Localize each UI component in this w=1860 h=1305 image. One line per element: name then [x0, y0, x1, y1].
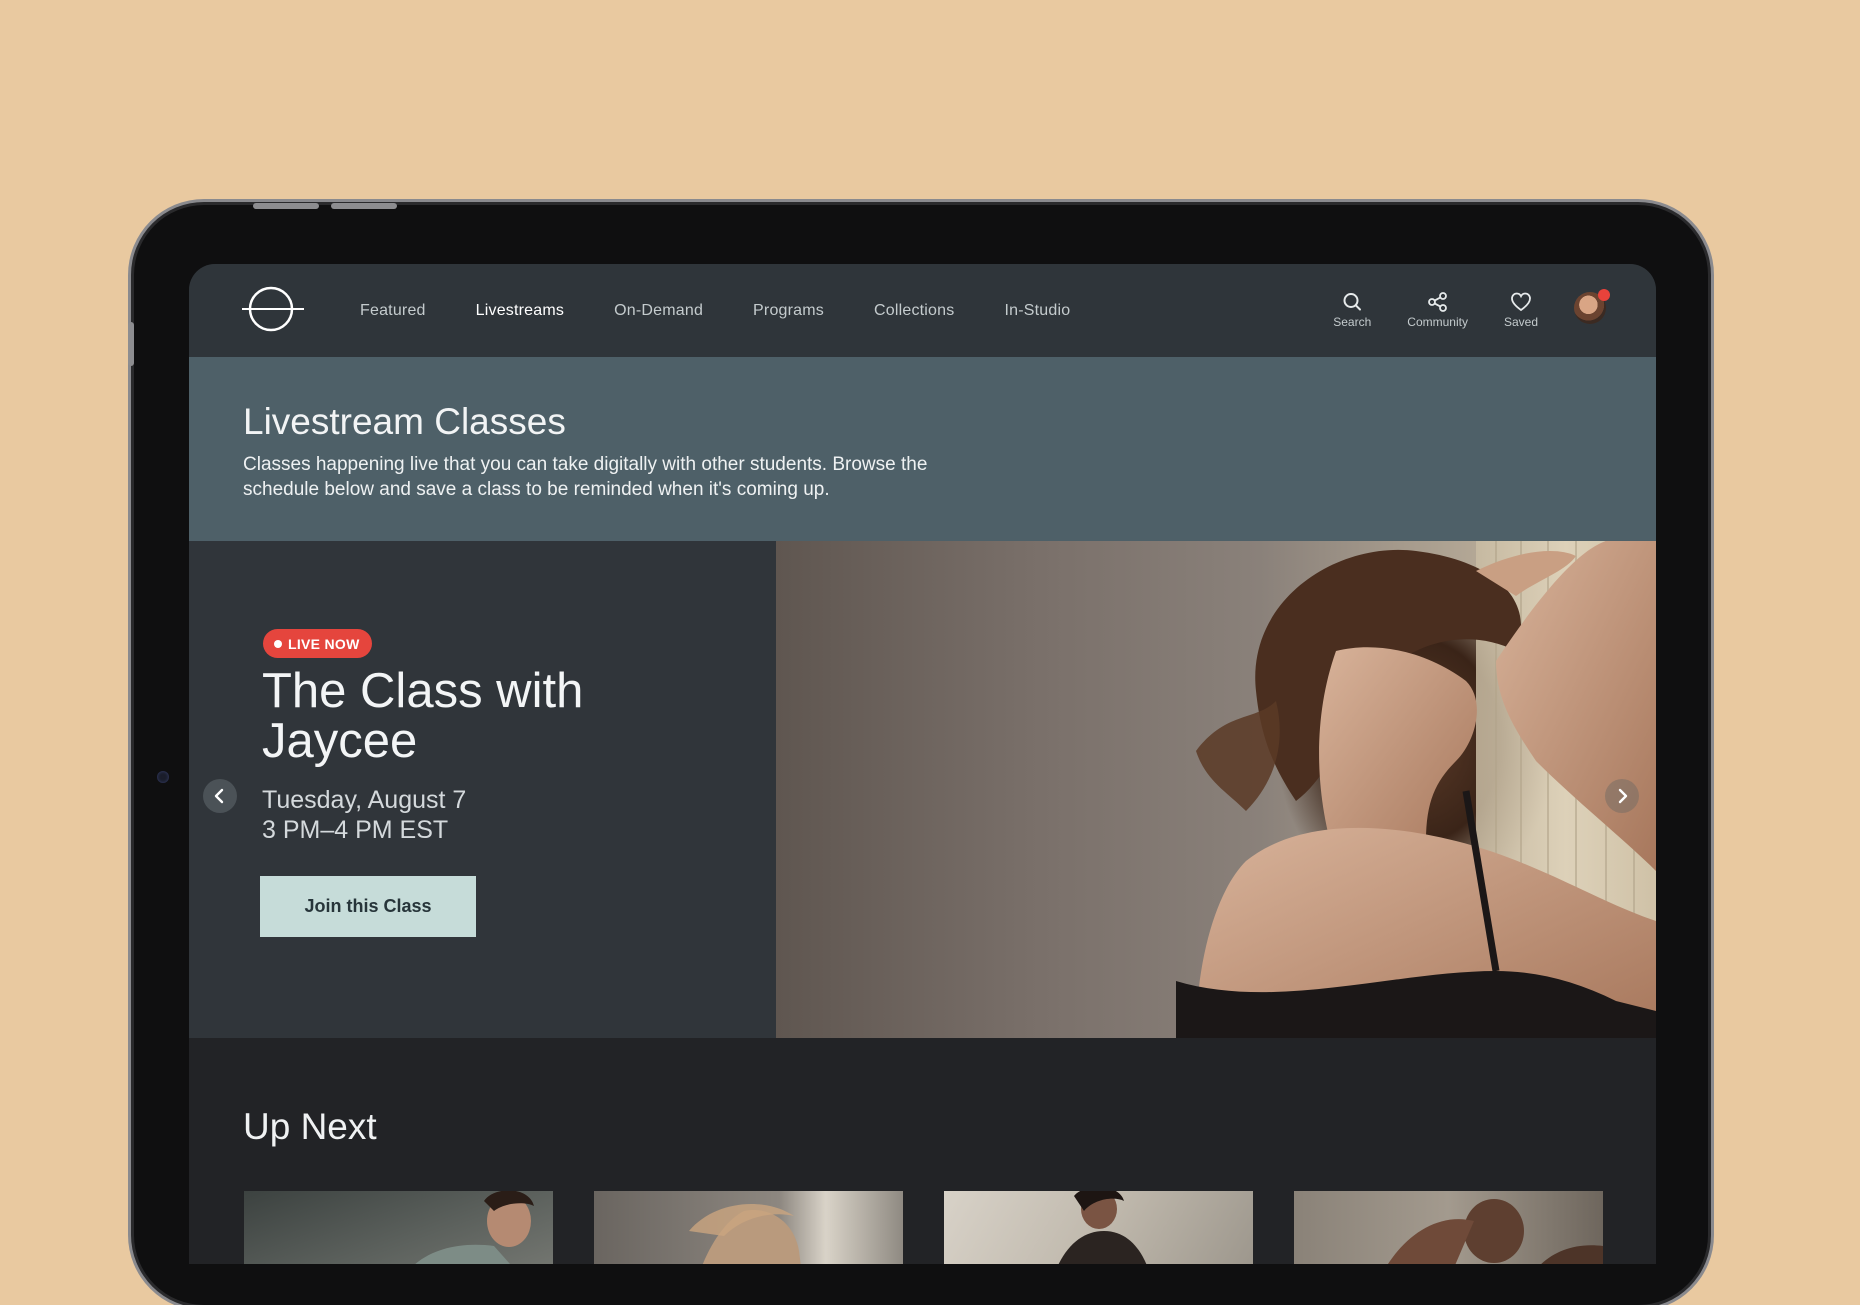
tablet-top-button-1 — [253, 203, 319, 209]
card-thumbnail-image — [1058, 1191, 1147, 1264]
join-class-button[interactable]: Join this Class — [260, 876, 476, 937]
nav-programs[interactable]: Programs — [753, 302, 824, 320]
nav-collections[interactable]: Collections — [874, 302, 954, 320]
intro-banner: Livestream Classes Classes happening liv… — [189, 357, 1656, 541]
search-icon — [1343, 293, 1362, 311]
share-network-icon — [1427, 292, 1447, 312]
up-next-card[interactable] — [594, 1191, 903, 1264]
tablet-top-button-2 — [331, 203, 397, 209]
page-description: Classes happening live that you can take… — [243, 454, 928, 500]
search-button[interactable]: Search — [1333, 291, 1371, 329]
nav-in-studio[interactable]: In-Studio — [1004, 302, 1070, 320]
notification-dot — [1598, 289, 1610, 301]
tablet-camera — [157, 771, 169, 783]
live-badge-label: LIVE NOW — [288, 635, 360, 652]
live-dot-icon — [274, 639, 282, 648]
nav-featured[interactable]: Featured — [360, 302, 426, 320]
carousel-next-button[interactable] — [1605, 779, 1639, 813]
avatar[interactable] — [1574, 289, 1610, 324]
nav-links: Featured Livestreams On-Demand Programs … — [360, 264, 1120, 357]
carousel-prev-button[interactable] — [203, 779, 237, 813]
chevron-left-icon — [214, 788, 224, 804]
up-next-title: Up Next — [243, 1106, 377, 1147]
up-next-card[interactable] — [944, 1191, 1253, 1264]
hero-title: The Class with Jaycee — [262, 664, 584, 768]
chevron-right-icon — [1618, 788, 1628, 804]
search-label: Search — [1333, 315, 1372, 329]
heart-icon — [1511, 292, 1531, 312]
top-nav: Featured Livestreams On-Demand Programs … — [189, 264, 1656, 357]
nav-actions: Search Community Saved — [1297, 289, 1610, 329]
app-screen: Featured Livestreams On-Demand Programs … — [189, 264, 1656, 1264]
up-next-card[interactable] — [244, 1191, 553, 1264]
nav-livestreams[interactable]: Livestreams — [476, 302, 564, 320]
community-label: Community — [1407, 315, 1468, 329]
card-thumbnail-image — [415, 1191, 534, 1264]
hero-time: 3 PM–4 PM EST — [262, 816, 449, 844]
hero-photo-illustration — [1176, 541, 1656, 1038]
card-thumbnail-image — [1388, 1199, 1603, 1264]
tablet-side-button — [128, 322, 134, 366]
up-next-card[interactable] — [1294, 1191, 1603, 1264]
live-badge: LIVE NOW — [263, 629, 372, 658]
hero-panel: LIVE NOW The Class with Jaycee Tuesday, … — [189, 541, 776, 1038]
saved-button[interactable]: Saved — [1504, 291, 1538, 329]
nav-on-demand[interactable]: On-Demand — [614, 302, 703, 320]
saved-label: Saved — [1503, 315, 1538, 329]
hero-image — [776, 541, 1656, 1038]
community-button[interactable]: Community — [1407, 291, 1468, 329]
up-next-section: Up Next — [189, 1038, 1656, 1264]
hero-date: Tuesday, August 7 — [262, 786, 467, 814]
page-title: Livestream Classes — [243, 401, 566, 442]
circle-line-logo[interactable] — [242, 285, 304, 333]
card-thumbnail-image — [689, 1204, 801, 1264]
